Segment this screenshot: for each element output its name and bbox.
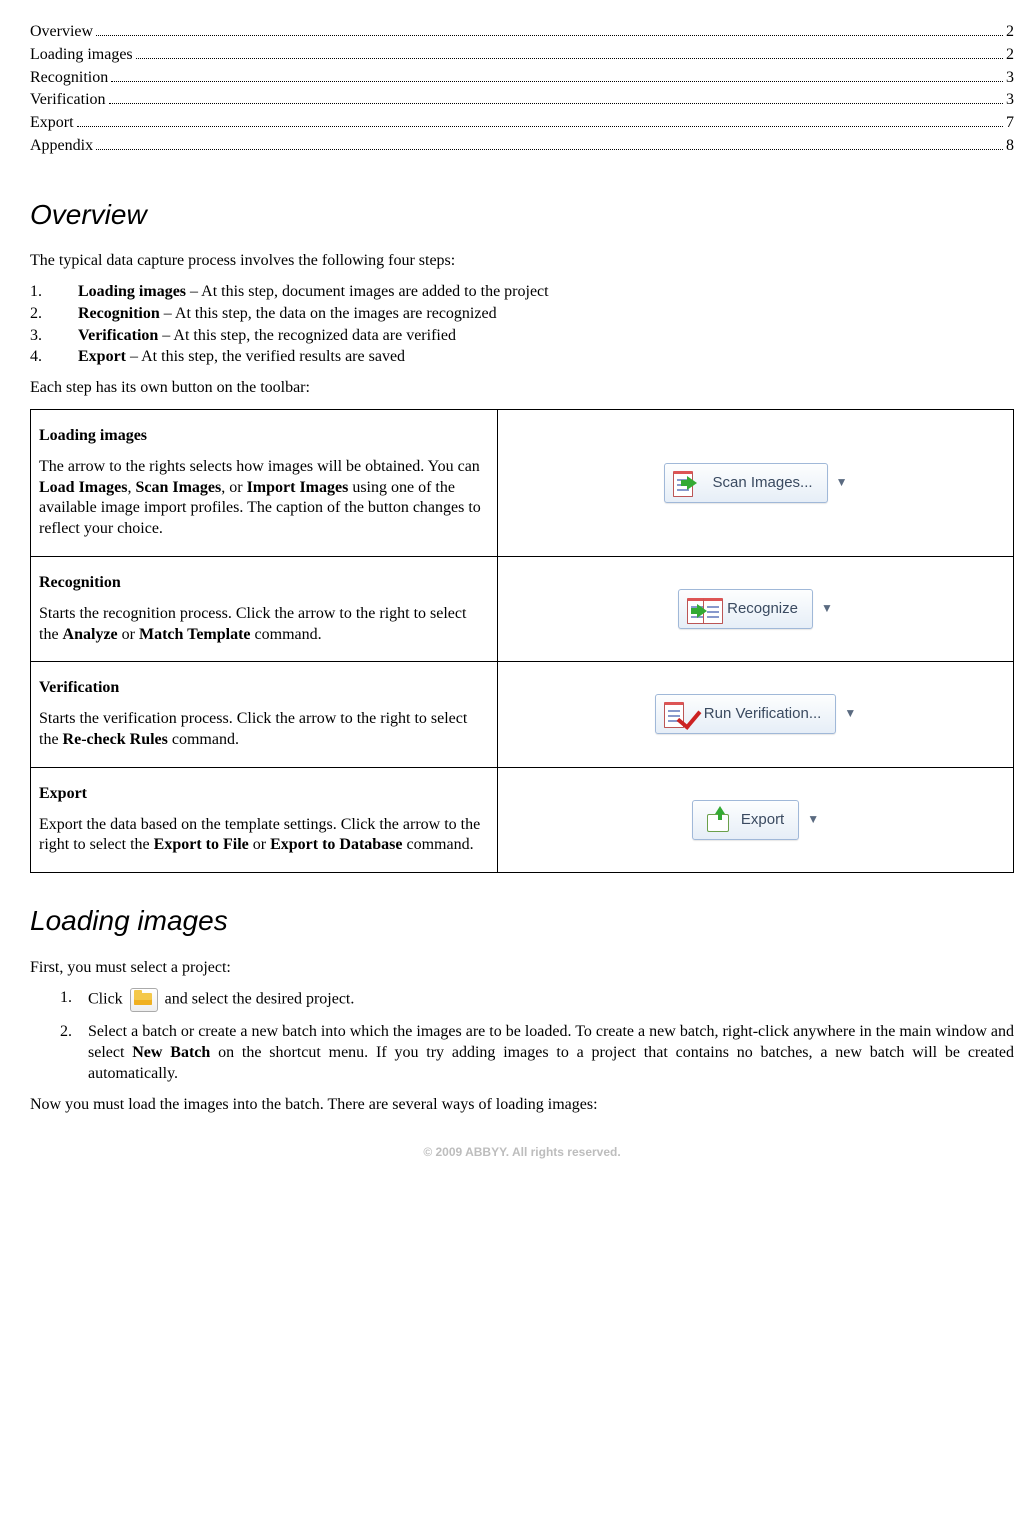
dropdown-arrow-icon[interactable]: ▼ [807,812,819,828]
loading-step-2: 2. Select a batch or create a new batch … [60,1022,1014,1084]
loading-images-desc: Loading images The arrow to the rights s… [31,409,498,556]
step-name: Recognition [78,305,160,322]
toc-page: 3 [1006,68,1014,89]
toc-entry[interactable]: Loading images 2 [30,45,1014,66]
open-folder-icon[interactable] [130,988,158,1012]
export-desc: Export Export the data based on the temp… [31,767,498,872]
toolbar-buttons-table: Loading images The arrow to the rights s… [30,409,1014,873]
row-title: Verification [39,679,119,696]
toc-entry[interactable]: Export 7 [30,113,1014,134]
toolbar-intro: Each step has its own button on the tool… [30,378,1014,399]
recognize-button[interactable]: Recognize [678,589,813,629]
toc-page: 2 [1006,22,1014,43]
step-desc: – At this step, the recognized data are … [158,327,456,344]
toc-entry[interactable]: Overview 2 [30,22,1014,43]
loading-images-button-cell: Scan Images... ▼ [498,409,1014,556]
step-name: Loading images [78,283,186,300]
toc-leader [96,149,1003,150]
table-row: Recognition Starts the recognition proce… [31,556,1014,661]
export-button-cell: Export ▼ [498,767,1014,872]
toc-label: Export [30,113,74,134]
overview-intro: The typical data capture process involve… [30,251,1014,272]
toc-page: 8 [1006,136,1014,157]
toc-page: 3 [1006,90,1014,111]
toc-leader [96,35,1003,36]
dropdown-arrow-icon[interactable]: ▼ [821,601,833,617]
row-title: Export [39,785,87,802]
loading-steps: 1. Click and select the desired project.… [30,988,1014,1084]
page-footer: © 2009 ABBYY. All rights reserved. [30,1145,1014,1161]
overview-heading: Overview [30,197,1014,233]
toc-page: 2 [1006,45,1014,66]
dropdown-arrow-icon[interactable]: ▼ [836,475,848,491]
export-button[interactable]: Export [692,800,799,840]
recognition-button-cell: Recognize ▼ [498,556,1014,661]
row-title: Recognition [39,574,121,591]
button-label: Scan Images... [713,473,813,493]
loading-outro: Now you must load the images into the ba… [30,1095,1014,1116]
verification-button-cell: Run Verification... ▼ [498,662,1014,767]
step-number: 1. [60,988,88,1012]
scan-images-button[interactable]: Scan Images... [664,463,828,503]
toc-entry[interactable]: Verification 3 [30,90,1014,111]
run-verification-icon [664,700,698,728]
step-number: 3. [30,326,78,347]
dropdown-arrow-icon[interactable]: ▼ [844,706,856,722]
overview-step: 2. Recognition – At this step, the data … [30,304,1014,325]
step-desc: – At this step, the verified results are… [126,348,405,365]
export-icon [701,806,735,834]
button-label: Run Verification... [704,704,822,724]
table-row: Loading images The arrow to the rights s… [31,409,1014,556]
recognition-desc: Recognition Starts the recognition proce… [31,556,498,661]
table-row: Export Export the data based on the temp… [31,767,1014,872]
toc-leader [136,58,1003,59]
verification-desc: Verification Starts the verification pro… [31,662,498,767]
toc-leader [109,103,1003,104]
toc-entry[interactable]: Appendix 8 [30,136,1014,157]
toc-page: 7 [1006,113,1014,134]
step-number: 1. [30,282,78,303]
toc-label: Appendix [30,136,93,157]
recognize-icon [687,595,721,623]
overview-step: 1. Loading images – At this step, docume… [30,282,1014,303]
loading-intro: First, you must select a project: [30,958,1014,979]
loading-images-heading: Loading images [30,903,1014,939]
step-desc: – At this step, the data on the images a… [160,305,497,322]
step-number: 2. [60,1022,88,1084]
toc-label: Verification [30,90,106,111]
toc-label: Recognition [30,68,108,89]
toc-entry[interactable]: Recognition 3 [30,68,1014,89]
scan-images-icon [673,469,707,497]
step-name: Verification [78,327,158,344]
toc-label: Overview [30,22,93,43]
toc-leader [77,126,1003,127]
step-number: 4. [30,347,78,368]
overview-step: 4. Export – At this step, the verified r… [30,347,1014,368]
button-label: Export [741,810,784,830]
step-desc: – At this step, document images are adde… [186,283,549,300]
toc-leader [111,81,1003,82]
loading-step-1: 1. Click and select the desired project. [60,988,1014,1012]
overview-step: 3. Verification – At this step, the reco… [30,326,1014,347]
step-number: 2. [30,304,78,325]
toc-label: Loading images [30,45,133,66]
table-row: Verification Starts the verification pro… [31,662,1014,767]
table-of-contents: Overview 2 Loading images 2 Recognition … [30,22,1014,157]
run-verification-button[interactable]: Run Verification... [655,694,837,734]
overview-steps: 1. Loading images – At this step, docume… [30,282,1014,368]
step-name: Export [78,348,126,365]
button-label: Recognize [727,599,798,619]
row-title: Loading images [39,427,147,444]
